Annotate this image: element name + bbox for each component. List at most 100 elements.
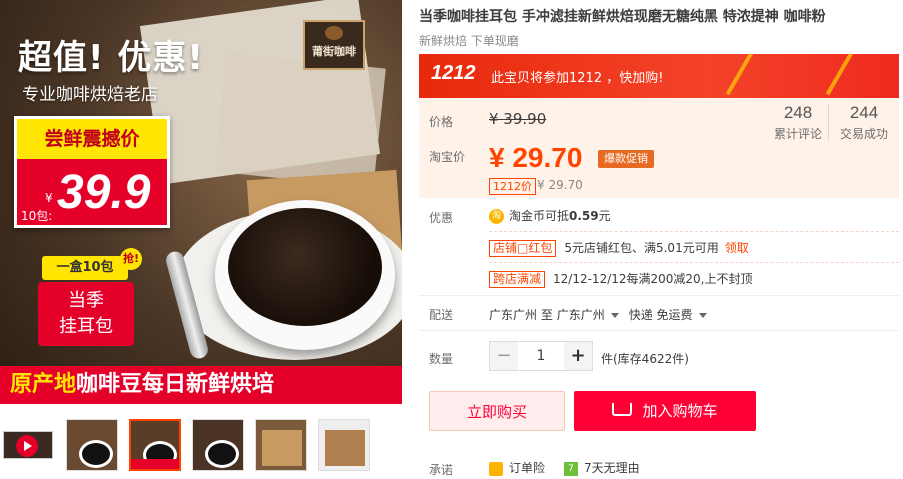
- sales-count: 244: [849, 103, 879, 122]
- promo-label: 尝鲜震撼价: [17, 119, 167, 159]
- shipping-method-select[interactable]: 快递 免运费: [629, 308, 717, 322]
- stock-text: 件(库存4622件): [601, 352, 689, 366]
- event-decoration: [825, 54, 899, 98]
- thumbnail-2[interactable]: [129, 419, 181, 471]
- quantity-stepper: − +: [489, 341, 593, 371]
- delivery-label: 配送: [429, 308, 454, 322]
- pack-grab-badge: 抢!: [120, 248, 142, 270]
- promise-7day-return[interactable]: 7 7天无理由: [564, 459, 640, 476]
- thumbnail-strip: [3, 419, 403, 473]
- seven-day-icon: 7: [564, 461, 578, 476]
- promise-item-2: 7天无理由: [584, 461, 640, 475]
- event-bar[interactable]: 1212 此宝贝将参加1212 ，快加购!: [419, 54, 899, 98]
- insurance-icon: [489, 461, 503, 476]
- product-gallery: 超值! 优惠! 专业咖啡烘焙老店 莆街咖啡 尝鲜震撼价 ¥ 10包: 39.9 …: [0, 0, 402, 404]
- increase-button[interactable]: +: [564, 342, 592, 370]
- event-text: 此宝贝将参加1212 ，快加购!: [491, 71, 664, 86]
- stats-divider: [828, 104, 829, 140]
- add-to-cart-button[interactable]: 加入购物车: [574, 391, 756, 431]
- coin-value: 0.59: [569, 209, 599, 223]
- current-price: ¥ 29.70: [489, 142, 583, 173]
- hot-promo-tag: 爆款促销: [598, 150, 654, 168]
- taobao-coin-icon: 淘: [489, 209, 504, 224]
- main-product-image[interactable]: 超值! 优惠! 专业咖啡烘焙老店 莆街咖啡 尝鲜震撼价 ¥ 10包: 39.9 …: [0, 0, 402, 404]
- decrease-button[interactable]: −: [490, 342, 518, 370]
- promise-item-1: 订单险: [509, 461, 546, 475]
- thumbnail-1[interactable]: [66, 419, 118, 471]
- shop-coupon-text: 5元店铺红包、满5.01元可用: [564, 241, 719, 255]
- chevron-down-icon: [610, 313, 619, 318]
- add-to-cart-label: 加入购物车: [642, 402, 718, 420]
- banner-text: 咖啡豆每日新鲜烘培: [76, 372, 275, 397]
- delivery-destination: 广东广州: [556, 308, 605, 322]
- cross-store-tag: 跨店满减: [489, 271, 546, 288]
- pack-line-2: 挂耳包: [59, 316, 113, 337]
- thumb-cup-image: [205, 440, 239, 468]
- event-badge: 1212: [431, 62, 476, 84]
- promo-unit: 10包:: [21, 209, 53, 223]
- section-divider: [419, 295, 899, 296]
- quantity-label: 数量: [429, 352, 454, 366]
- event-price: ¥ 29.70: [537, 178, 583, 192]
- coin-promo: 淘淘金币可抵0.59元: [489, 207, 611, 224]
- promise-label: 承诺: [429, 463, 454, 477]
- thumbnail-5[interactable]: [318, 419, 370, 471]
- promo-price-box: 尝鲜震撼价 ¥ 10包: 39.9: [14, 116, 170, 228]
- shop-coupon-promo: 店铺□红包 5元店铺红包、满5.01元可用 领取: [489, 239, 749, 257]
- brand-logo-text: 莆街咖啡: [312, 45, 356, 58]
- sales-stat: 244 交易成功: [834, 103, 894, 142]
- quantity-input[interactable]: [519, 342, 563, 370]
- delivery-destination-select[interactable]: 广东广州: [557, 308, 629, 322]
- sales-label: 交易成功: [839, 127, 888, 141]
- image-subline: 专业咖啡烘焙老店: [22, 85, 158, 105]
- play-icon: [16, 435, 38, 457]
- pack-tag: 一盒10包: [42, 256, 128, 280]
- pack-line-1: 当季: [68, 290, 104, 311]
- image-newspaper-2: [214, 51, 386, 189]
- taobao-price-label: 淘宝价: [429, 150, 466, 164]
- promise-order-insurance[interactable]: 订单险: [489, 459, 545, 476]
- product-info: 当季咖啡挂耳包 手冲滤挂新鲜烘焙现磨无糖纯黑 特浓提神 咖啡粉 新鲜烘焙 下单现…: [419, 0, 903, 479]
- reviews-label: 累计评论: [773, 127, 822, 141]
- banner-highlight: 原产地: [10, 372, 77, 397]
- pack-box: 当季 挂耳包: [38, 282, 134, 346]
- bottom-banner: 原产地咖啡豆每日新鲜烘培: [0, 366, 402, 404]
- product-subtitle: 新鲜烘焙 下单现磨: [419, 34, 519, 48]
- delivery-row: 广东广州 至 广东广州 快递 免运费: [489, 306, 717, 323]
- promotions-label: 优惠: [429, 211, 454, 225]
- thumb-banner: [131, 459, 179, 469]
- original-price: ¥ 39.90: [489, 110, 547, 128]
- reviews-count: 248: [783, 103, 813, 122]
- thumbnail-video[interactable]: [3, 431, 53, 459]
- cart-icon: [612, 403, 633, 416]
- buy-now-button[interactable]: 立即购买: [429, 391, 565, 431]
- delivery-to-word: 至: [540, 308, 553, 322]
- reviews-stat[interactable]: 248 累计评论: [768, 103, 828, 142]
- product-title: 当季咖啡挂耳包 手冲滤挂新鲜烘焙现磨无糖纯黑 特浓提神 咖啡粉: [419, 9, 826, 25]
- brand-logo: 莆街咖啡: [303, 20, 365, 70]
- cross-store-promo: 跨店满减 12/12-12/12每满200减20,上不封顶: [489, 270, 753, 288]
- promo-price: 39.9: [57, 166, 151, 219]
- thumb-box-image: [325, 430, 365, 466]
- thumbnail-4[interactable]: [255, 419, 307, 471]
- promo-currency: ¥: [45, 191, 53, 205]
- chevron-down-icon: [698, 313, 707, 318]
- cross-store-text: 12/12-12/12每满200减20,上不封顶: [553, 272, 753, 286]
- image-coffee: [228, 208, 382, 326]
- thumbnail-3[interactable]: [192, 419, 244, 471]
- coin-text: 淘金币可抵: [509, 209, 570, 223]
- claim-coupon-link[interactable]: 领取: [725, 241, 749, 255]
- image-headline: 超值! 优惠!: [18, 38, 204, 78]
- promo-divider: [489, 262, 899, 263]
- thumb-cup-image: [79, 440, 113, 468]
- price-label: 价格: [429, 115, 454, 129]
- coin-unit: 元: [598, 209, 611, 223]
- event-price-tag: 1212价: [489, 178, 536, 195]
- promo-divider: [489, 231, 899, 232]
- delivery-from: 广东广州: [489, 308, 538, 322]
- shop-coupon-tag: 店铺□红包: [489, 240, 557, 257]
- shipping-method: 快递 免运费: [628, 308, 693, 322]
- coffee-bean-icon: [325, 26, 343, 40]
- event-decoration: [725, 54, 817, 98]
- section-divider: [419, 330, 899, 331]
